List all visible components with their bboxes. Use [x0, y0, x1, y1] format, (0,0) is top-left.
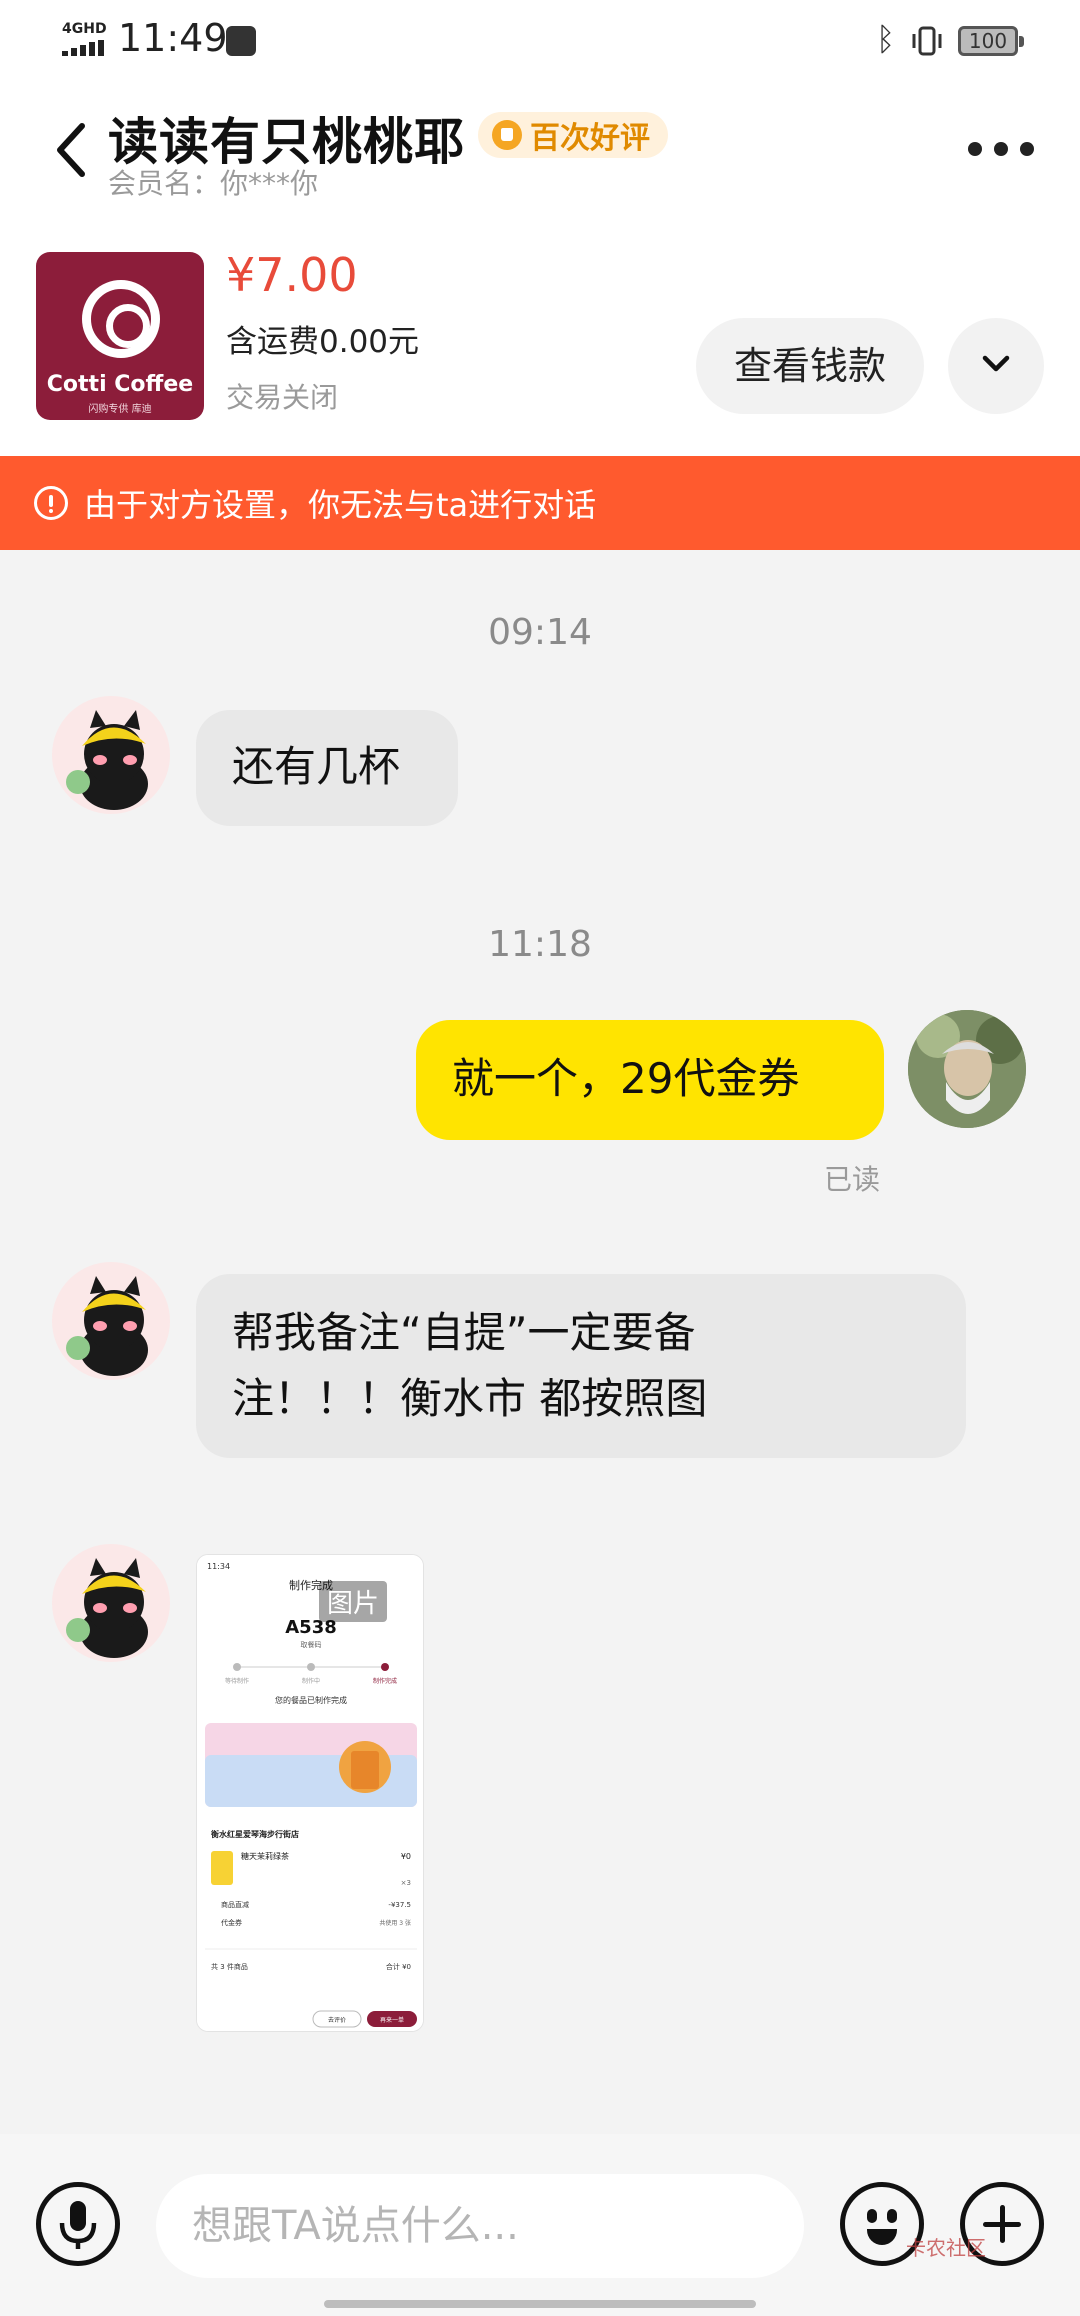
shot-total-label: 共 3 件商品: [211, 1962, 248, 1971]
chat-header: 读读有只桃桃耶 百次好评 会员名：你***你: [0, 80, 1080, 200]
product-price: ¥7.00: [226, 248, 358, 302]
exclamation-circle-icon: [34, 486, 68, 520]
shot-time: 11:34: [207, 1562, 230, 1571]
shot-discount-label: 商品直减: [221, 1900, 249, 1909]
shot-pickup-label: 取餐码: [301, 1640, 322, 1649]
home-indicator[interactable]: [324, 2300, 756, 2308]
message-bubble[interactable]: 帮我备注“自提”一定要备 注！！！衡水市 都按照图: [196, 1274, 966, 1458]
my-message-bubble[interactable]: 就一个，29代金券: [416, 1020, 884, 1140]
shot-item-name: 糖天茉莉绿茶: [241, 1851, 289, 1861]
view-payment-button[interactable]: 查看钱款: [696, 318, 924, 414]
cotti-logo-icon: [82, 280, 160, 358]
notification-icon: [226, 26, 256, 56]
shipping-fee: 含运费0.00元: [226, 324, 420, 360]
message-text: 还有几杯: [232, 742, 401, 791]
other-avatar[interactable]: [52, 696, 170, 814]
other-avatar[interactable]: [52, 1544, 170, 1662]
watermark: 卡农社区: [906, 2236, 986, 2260]
shot-step: 等待制作: [225, 1677, 249, 1685]
shot-step: 制作完成: [373, 1677, 397, 1685]
shot-btn-again: 再来一单: [380, 2016, 404, 2024]
shot-item-qty: ×3: [401, 1879, 411, 1887]
my-avatar[interactable]: [908, 1010, 1026, 1128]
microphone-icon: [59, 2201, 97, 2249]
voice-button[interactable]: [36, 2182, 120, 2266]
thumbs-up-icon: [492, 120, 522, 150]
message-text-line: 注！！！衡水市 都按照图: [232, 1374, 708, 1423]
product-card[interactable]: Cotti Coffee 闪购专供 库迪 ¥7.00 含运费0.00元 交易关闭…: [0, 200, 1080, 456]
timestamp: 09:14: [488, 612, 592, 653]
image-label: 图片: [319, 1581, 388, 1622]
image-message[interactable]: 11:34 制作完成 A538 取餐码 等待制作 制作中 制作完成 您的餐品已制…: [196, 1554, 424, 2032]
signal-icon: [62, 40, 104, 56]
shot-voucher-value: 共使用 3 张: [379, 1919, 411, 1927]
other-avatar[interactable]: [52, 1262, 170, 1380]
shot-discount-value: -¥37.5: [388, 1901, 411, 1909]
transaction-status: 交易关闭: [226, 381, 339, 414]
status-time: 11:49: [118, 16, 228, 60]
warning-text: 由于对方设置，你无法与ta进行对话: [84, 486, 597, 524]
shot-total-value: 合计 ¥0: [386, 1962, 411, 1971]
network-type: 4GHD: [62, 21, 107, 37]
expand-button[interactable]: [948, 318, 1044, 414]
more-dots-icon[interactable]: [968, 142, 1034, 160]
rating-badge-label: 百次好评: [530, 121, 650, 156]
shot-item-price: ¥0: [401, 1852, 411, 1861]
product-brand-sub: 闪购专供 库迪: [88, 404, 152, 415]
shot-btn-review: 去评价: [328, 2016, 346, 2024]
timestamp: 11:18: [488, 924, 592, 965]
vibrate-icon: [912, 26, 942, 56]
message-text: 就一个，29代金券: [452, 1054, 800, 1103]
cartoon-cat-icon: [66, 710, 148, 810]
battery-icon: 100: [958, 26, 1024, 56]
warning-banner: 由于对方设置，你无法与ta进行对话: [0, 456, 1080, 550]
bluetooth-icon: ᛒ: [876, 20, 896, 58]
person-photo-icon: [908, 1010, 1026, 1128]
shot-step: 制作中: [302, 1677, 320, 1685]
shot-voucher-label: 代金券: [221, 1918, 242, 1927]
product-brand: Cotti Coffee: [46, 372, 194, 397]
shot-store: 衡水红星爱琴海步行街店: [211, 1829, 299, 1839]
order-screenshot: 11:34 制作完成 A538 取餐码 等待制作 制作中 制作完成 您的餐品已制…: [197, 1555, 423, 2031]
member-name: 会员名：你***你: [108, 167, 319, 200]
product-thumbnail[interactable]: Cotti Coffee 闪购专供 库迪: [36, 252, 204, 420]
chevron-down-icon: [982, 355, 1010, 372]
shot-ready-text: 您的餐品已制作完成: [275, 1695, 347, 1705]
message-bubble[interactable]: 还有几杯: [196, 710, 458, 826]
cartoon-cat-icon: [66, 1558, 148, 1658]
input-bar: [0, 2134, 1080, 2316]
rating-badge[interactable]: 百次好评: [478, 112, 668, 158]
status-bar: 4GHD 11:49 ᛒ 100: [0, 0, 1080, 80]
message-text-line: 帮我备注“自提”一定要备: [232, 1308, 696, 1357]
cartoon-cat-icon: [66, 1276, 148, 1376]
read-status: 已读: [824, 1163, 881, 1196]
message-input[interactable]: [156, 2174, 804, 2278]
back-icon[interactable]: [52, 120, 92, 180]
